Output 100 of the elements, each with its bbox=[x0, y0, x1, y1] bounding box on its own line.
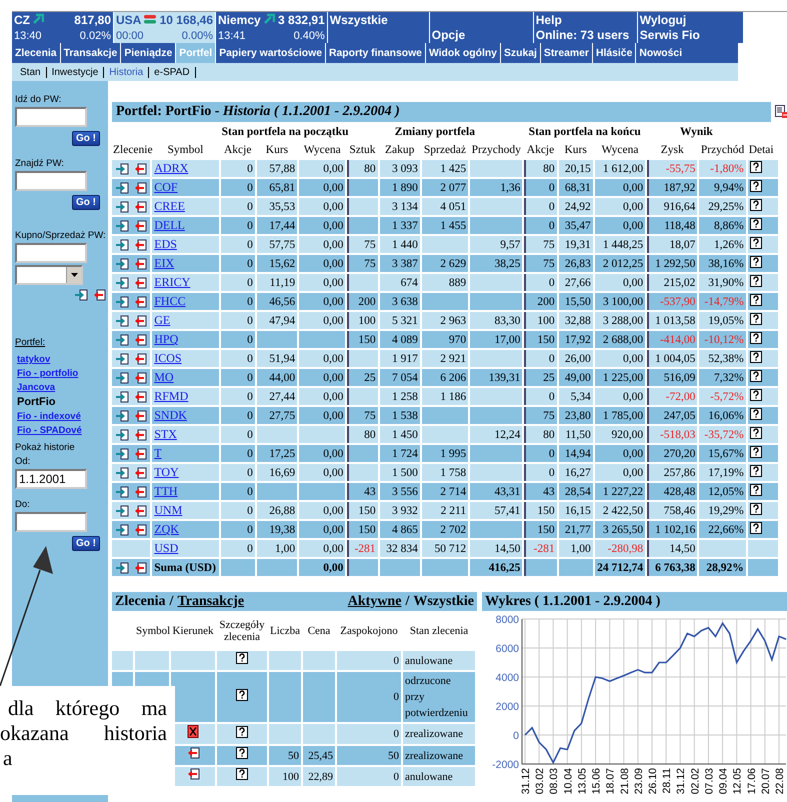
symbol-link[interactable]: ERICY bbox=[154, 275, 190, 289]
date-field[interactable]: 1.1.2001 bbox=[15, 469, 87, 489]
panel-tab[interactable]: Zlecenia bbox=[115, 594, 166, 610]
enter-icon[interactable] bbox=[116, 334, 129, 346]
exit-icon[interactable] bbox=[134, 352, 147, 364]
index-quote[interactable]: USA 10 168,46 00:00 0.00% bbox=[114, 12, 216, 43]
symbol-link[interactable]: FHCC bbox=[154, 294, 186, 308]
enter-icon[interactable] bbox=[116, 524, 129, 536]
enter-icon[interactable] bbox=[116, 314, 129, 326]
symbol-link[interactable]: DELL bbox=[154, 218, 185, 232]
help-icon[interactable] bbox=[750, 446, 762, 458]
help-icon[interactable] bbox=[236, 768, 248, 780]
help-icon[interactable] bbox=[750, 237, 762, 249]
enter-icon[interactable] bbox=[116, 448, 129, 460]
exit-icon[interactable] bbox=[134, 314, 147, 326]
help-icon[interactable] bbox=[236, 688, 248, 700]
help-icon[interactable] bbox=[750, 161, 762, 173]
enter-icon[interactable] bbox=[116, 372, 129, 384]
submenu-tab[interactable]: e-SPAD bbox=[149, 66, 196, 78]
help-icon[interactable] bbox=[750, 218, 762, 230]
symbol-link[interactable]: RFMD bbox=[154, 389, 188, 403]
header-cell[interactable]: Help Online: 73 users bbox=[534, 12, 638, 43]
portfolio-link[interactable]: Fio - SPADové bbox=[17, 425, 106, 436]
help-icon[interactable] bbox=[750, 351, 762, 363]
help-icon[interactable] bbox=[236, 747, 248, 759]
exit-icon[interactable] bbox=[134, 410, 147, 422]
exit-icon[interactable] bbox=[134, 238, 147, 250]
symbol-link[interactable]: SNDK bbox=[154, 408, 187, 422]
panel-tab[interactable]: Transakcje bbox=[177, 594, 244, 610]
help-icon[interactable] bbox=[750, 389, 762, 401]
help-icon[interactable] bbox=[750, 522, 762, 534]
enter-icon[interactable] bbox=[116, 162, 129, 174]
date-field[interactable] bbox=[15, 512, 87, 532]
symbol-link[interactable]: GE bbox=[154, 313, 170, 327]
enter-icon[interactable] bbox=[116, 258, 129, 270]
exit-icon[interactable] bbox=[134, 220, 147, 232]
help-icon[interactable] bbox=[750, 332, 762, 344]
exit-icon[interactable] bbox=[134, 334, 147, 346]
exit-icon[interactable] bbox=[134, 200, 147, 212]
help-icon[interactable] bbox=[750, 313, 762, 325]
enter-icon[interactable] bbox=[116, 200, 129, 212]
help-icon[interactable] bbox=[236, 726, 248, 738]
portfolio-link[interactable]: tatykov bbox=[17, 354, 106, 365]
help-icon[interactable] bbox=[750, 180, 762, 192]
help-icon[interactable] bbox=[750, 465, 762, 477]
help-icon[interactable] bbox=[750, 427, 762, 439]
help-icon[interactable] bbox=[750, 503, 762, 515]
go-button[interactable]: Go ! bbox=[72, 131, 100, 146]
input-field[interactable] bbox=[15, 171, 87, 191]
enter-icon[interactable] bbox=[116, 504, 129, 516]
enter-icon[interactable] bbox=[116, 562, 129, 574]
index-quote[interactable]: CZ 817,80 13:40 0.02% bbox=[12, 12, 114, 43]
symbol-link[interactable]: UNM bbox=[154, 503, 182, 517]
input-field[interactable] bbox=[15, 107, 87, 127]
submenu-tab[interactable]: Inwestycje bbox=[46, 66, 104, 78]
exit-icon[interactable] bbox=[134, 162, 147, 174]
portfolio-link[interactable]: PortFio bbox=[17, 396, 106, 408]
symbol-link[interactable]: ICOS bbox=[154, 351, 182, 365]
symbol-link[interactable]: HPQ bbox=[154, 332, 178, 346]
portfolio-link[interactable]: Fio - indexové bbox=[17, 411, 106, 422]
enter-icon[interactable] bbox=[116, 276, 129, 288]
enter-icon[interactable] bbox=[116, 410, 129, 422]
symbol-link[interactable]: ZQK bbox=[154, 522, 179, 536]
enter-icon[interactable] bbox=[116, 428, 129, 440]
filter-tab[interactable]: Wszystkie bbox=[413, 594, 474, 610]
export-icon[interactable] bbox=[775, 105, 787, 119]
symbol-link[interactable]: COF bbox=[154, 180, 178, 194]
help-icon[interactable] bbox=[236, 652, 248, 664]
symbol-link[interactable]: USD bbox=[154, 541, 178, 555]
exit-icon[interactable] bbox=[186, 747, 200, 759]
exit-icon[interactable] bbox=[134, 372, 147, 384]
symbol-link[interactable]: EIX bbox=[154, 256, 174, 270]
exit-icon[interactable] bbox=[134, 258, 147, 270]
exit-icon[interactable] bbox=[134, 448, 147, 460]
header-cell[interactable]: Opcje bbox=[430, 12, 534, 43]
symbol-link[interactable]: STX bbox=[154, 427, 177, 441]
exit-icon[interactable] bbox=[186, 768, 200, 780]
symbol-link[interactable]: TOY bbox=[154, 465, 179, 479]
header-cell[interactable]: Wszystkie bbox=[328, 12, 430, 43]
enter-icon[interactable] bbox=[116, 238, 129, 250]
help-icon[interactable] bbox=[750, 408, 762, 420]
submenu-tab[interactable]: Historia bbox=[104, 66, 150, 78]
filter-tab[interactable]: Aktywne bbox=[348, 594, 402, 610]
exit-icon[interactable] bbox=[134, 486, 147, 498]
menu-tab[interactable]: Zlecenia bbox=[12, 43, 60, 63]
header-cell[interactable]: Wyloguj Serwis Fio bbox=[638, 12, 744, 43]
symbol-link[interactable]: ADRX bbox=[154, 161, 188, 175]
exit-icon[interactable] bbox=[134, 466, 147, 478]
symbol-link[interactable]: T bbox=[154, 446, 162, 460]
exit-icon[interactable] bbox=[93, 289, 106, 301]
enter-icon[interactable] bbox=[116, 220, 129, 232]
help-icon[interactable] bbox=[750, 199, 762, 211]
go-button[interactable]: Go ! bbox=[72, 536, 100, 551]
symbol-link[interactable]: CREE bbox=[154, 199, 185, 213]
index-quote[interactable]: Niemcy 3 832,91 13:41 0.40% bbox=[216, 12, 328, 43]
dropdown[interactable] bbox=[15, 265, 83, 285]
help-icon[interactable] bbox=[750, 484, 762, 496]
help-icon[interactable] bbox=[750, 294, 762, 306]
input-field[interactable] bbox=[15, 243, 87, 263]
symbol-link[interactable]: EDS bbox=[154, 237, 177, 251]
